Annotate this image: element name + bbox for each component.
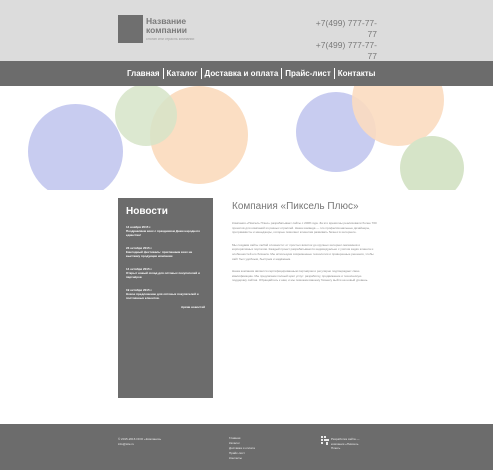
developer-line: Плюс»: [331, 446, 341, 450]
company-name[interactable]: Название компании: [146, 17, 206, 35]
footer-copyright: © 2015-2016 ООО «Компания» info@site.ru: [118, 437, 161, 447]
company-name-line2: компании: [146, 25, 187, 35]
news-archive-link[interactable]: Архив новостей: [126, 305, 205, 309]
news-text[interactable]: Открыт новый склад для оптовых покупател…: [126, 271, 205, 279]
nav-item-pricelist[interactable]: Прайс-лист: [285, 69, 330, 78]
site-header: Название компании слоган или отрасль ком…: [0, 0, 493, 61]
footer-email[interactable]: info@site.ru: [118, 442, 161, 447]
footer-link-contacts[interactable]: Контакты: [229, 456, 255, 461]
news-item[interactable]: 14 ноября 2015 г. Поздравляем всех с пра…: [126, 225, 205, 237]
nav-separator: [333, 68, 335, 79]
news-sidebar: Новости 14 ноября 2015 г. Поздравляем вс…: [118, 198, 213, 398]
content-paragraph: Наша компания является сертифицированным…: [232, 269, 369, 283]
footer-developer[interactable]: Разработка сайта — компания «Пиксель Плю…: [331, 437, 371, 451]
news-text[interactable]: Новое предложение для оптовых покупателе…: [126, 292, 205, 300]
phone-2[interactable]: +7(499) 777-77-77: [311, 40, 377, 62]
banner-circle: [115, 86, 177, 146]
phone-1[interactable]: +7(499) 777-77-77: [311, 18, 377, 40]
banner-circle: [28, 104, 123, 190]
page-title: Компания «Пиксель Плюс»: [232, 201, 359, 212]
news-title: Новости: [126, 206, 168, 217]
content-paragraph: Мы создаём сайты любой сложности: от про…: [232, 242, 374, 261]
banner-circle: [400, 136, 464, 190]
main-content: Компания «Пиксель Плюс» Компания «Пиксел…: [232, 201, 377, 291]
nav-separator: [162, 68, 164, 79]
phone-block: +7(499) 777-77-77 +7(499) 777-77-77: [311, 18, 377, 62]
nav-item-delivery[interactable]: Доставка и оплата: [205, 69, 279, 78]
nav-separator: [281, 68, 283, 79]
news-text[interactable]: Поздравляем всех с праздником Днем народ…: [126, 229, 205, 237]
developer-logo-icon[interactable]: [321, 436, 329, 445]
nav-item-contacts[interactable]: Контакты: [338, 69, 376, 78]
nav-item-catalog[interactable]: Каталог: [167, 69, 198, 78]
main-nav: Главная Каталог Доставка и оплата Прайс-…: [0, 61, 493, 86]
news-item[interactable]: 14 октября 2015 г. Открыт новый склад дл…: [126, 267, 205, 279]
news-item[interactable]: 19 октября 2015 г. Новое предложение для…: [126, 288, 205, 300]
footer-links: Главная Каталог Доставка и оплата Прайс-…: [229, 436, 255, 461]
nav-separator: [200, 68, 202, 79]
news-text[interactable]: Ежегодный фестиваль: приглашаем всех на …: [126, 250, 205, 258]
news-item[interactable]: 23 октября 2015 г. Ежегодный фестиваль: …: [126, 246, 205, 258]
company-slogan: слоган или отрасль компании: [146, 37, 195, 41]
hero-banner: [0, 86, 493, 190]
content-paragraph: Компания «Пиксель Плюс» разрабатывает са…: [232, 221, 377, 235]
nav-item-home[interactable]: Главная: [127, 69, 160, 78]
logo-icon[interactable]: [118, 15, 143, 43]
